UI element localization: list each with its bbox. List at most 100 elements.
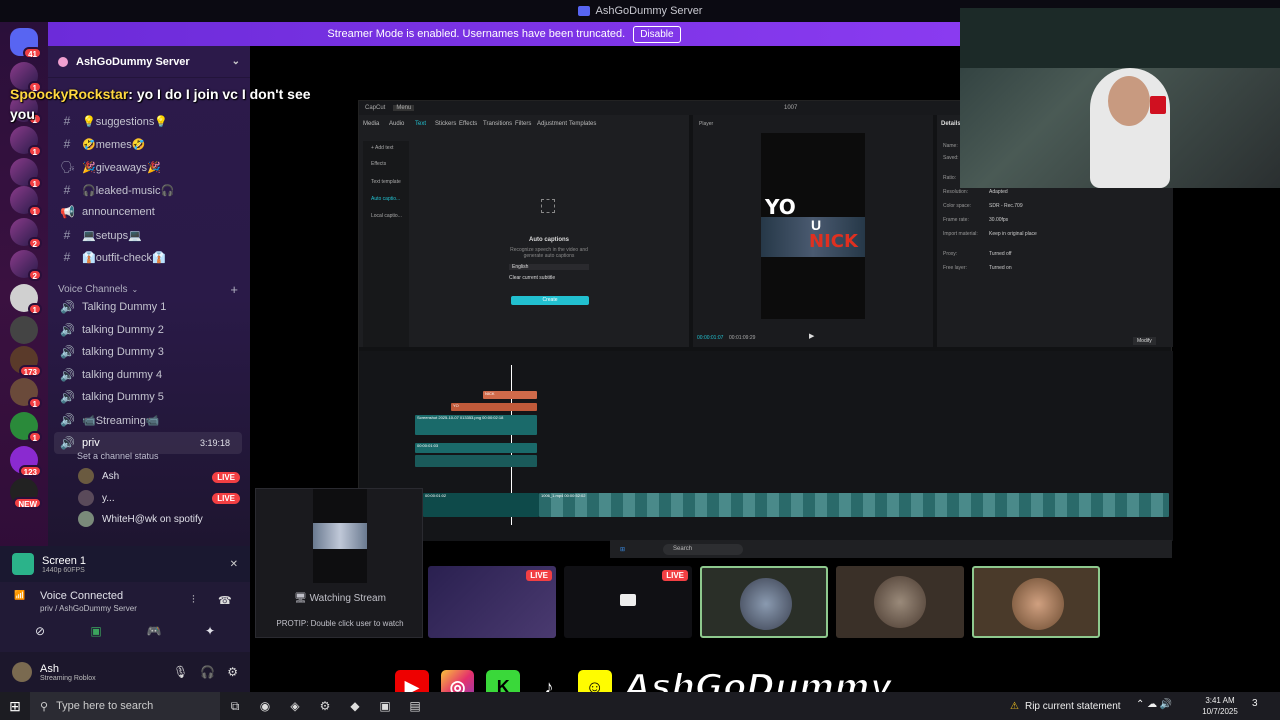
- steam-icon[interactable]: ◈: [280, 692, 310, 720]
- disconnect-icon[interactable]: ☎: [218, 594, 232, 607]
- soundboard-icon[interactable]: ✦: [200, 622, 220, 640]
- editor-tab[interactable]: Templates: [569, 121, 596, 127]
- server-icon[interactable]: NEW: [10, 478, 42, 509]
- stop-stream-icon[interactable]: ✕: [230, 559, 238, 570]
- server-boost-icon: [58, 56, 68, 67]
- activity-icon[interactable]: 🎮: [144, 622, 164, 640]
- settings-gear-icon[interactable]: ⚙: [227, 665, 238, 679]
- audio-clip[interactable]: 00:00:01:03: [415, 443, 537, 453]
- speaker-icon: 🔊: [60, 390, 75, 404]
- play-icon[interactable]: ▶: [809, 332, 814, 340]
- headphones-icon[interactable]: 🎧: [200, 665, 215, 679]
- stream-tile[interactable]: LIVE: [428, 566, 556, 638]
- stream-tile[interactable]: [700, 566, 828, 638]
- signal-icon[interactable]: 📶: [14, 590, 25, 601]
- editor-tab[interactable]: Effects: [459, 121, 477, 127]
- left-menu-item[interactable]: Text template: [371, 179, 401, 185]
- voice-sub[interactable]: priv / AshGoDummy Server: [40, 604, 137, 613]
- voice-channel[interactable]: 🔊 talking Dummy 2: [54, 319, 242, 341]
- server-icon[interactable]: 2: [10, 218, 42, 249]
- channel-status[interactable]: Set a channel status: [77, 451, 159, 461]
- editor-tab[interactable]: Audio: [389, 121, 404, 127]
- server-icon[interactable]: 173: [10, 346, 42, 377]
- editor-tab[interactable]: Media: [363, 121, 379, 127]
- server-icon[interactable]: 2: [10, 250, 42, 281]
- text-clip[interactable]: YO: [451, 403, 537, 411]
- server-icon[interactable]: 1: [10, 126, 42, 157]
- channel-setups[interactable]: # 💻setups💻: [54, 224, 242, 246]
- server-icon[interactable]: 1: [10, 378, 42, 409]
- tray-icons[interactable]: ⌃ ☁ 🔊: [1136, 699, 1172, 710]
- voice-channel[interactable]: 🔊 talking Dummy 5: [54, 386, 242, 408]
- channel-announcement[interactable]: 📢 announcement: [54, 201, 242, 223]
- clip[interactable]: [415, 455, 537, 467]
- disable-button[interactable]: Disable: [633, 25, 681, 43]
- camera-off-icon[interactable]: ⊘: [30, 622, 50, 640]
- stream-tile[interactable]: [972, 566, 1100, 638]
- discord-app-icon: [577, 6, 590, 16]
- server-icon[interactable]: 1: [10, 284, 42, 315]
- voice-channel[interactable]: 🔊 Talking Dummy 1: [54, 296, 242, 318]
- app-icon[interactable]: ◆: [340, 692, 370, 720]
- voice-user[interactable]: WhiteH@wk on spotify: [78, 509, 238, 529]
- server-icon[interactable]: 1: [10, 186, 42, 217]
- channel-giveaways[interactable]: 🗣 🎉giveaways🎉: [54, 156, 242, 178]
- editor-tab[interactable]: Text: [415, 121, 426, 127]
- notification-icon[interactable]: 3: [1252, 698, 1268, 714]
- server-header[interactable]: AshGoDummy Server ⌄: [48, 46, 250, 78]
- left-menu-item[interactable]: + Add text: [371, 145, 393, 151]
- editor-tab[interactable]: Transitions: [483, 121, 512, 127]
- add-channel-icon[interactable]: +: [230, 282, 238, 297]
- editor-tab[interactable]: Adjustment: [537, 121, 567, 127]
- app-icon[interactable]: ▣: [370, 692, 400, 720]
- server-badge: 123: [18, 465, 42, 477]
- detail-value: Turned on: [989, 265, 1012, 271]
- server-icon[interactable]: 1: [10, 158, 42, 189]
- main-clip[interactable]: 00:00:01:02: [423, 493, 539, 517]
- voice-channels-category[interactable]: Voice Channels ⌄ +: [58, 282, 238, 297]
- editor-tab[interactable]: Filters: [515, 121, 531, 127]
- channel-leaked-music[interactable]: # 🎧leaked-music🎧: [54, 179, 242, 201]
- noise-suppression-icon[interactable]: ⫶: [192, 594, 195, 607]
- text-clip[interactable]: NICK: [483, 391, 537, 399]
- server-icon[interactable]: 123: [10, 446, 42, 477]
- avatar[interactable]: [12, 662, 32, 682]
- stream-tile[interactable]: [836, 566, 964, 638]
- editor-tab[interactable]: Stickers: [435, 121, 456, 127]
- stream-preview[interactable]: 🖥 Watching Stream PROTIP: Double click u…: [255, 488, 423, 638]
- edge-icon[interactable]: ◉: [250, 692, 280, 720]
- server-icon[interactable]: 1: [10, 412, 42, 443]
- clear-subtitle-checkbox[interactable]: Clear current subtitle: [509, 275, 589, 281]
- start-button-icon[interactable]: ⊞: [0, 692, 30, 720]
- weather-widget[interactable]: ⚠ Rip current statement: [1010, 692, 1121, 720]
- image-clip[interactable]: Screenshot 2025-10-07 013353.png 00:00:0…: [415, 415, 537, 435]
- clock[interactable]: 3:41 AM 10/7/2025: [1200, 695, 1240, 717]
- voice-channel[interactable]: 🔊 📹Streaming📹: [54, 409, 242, 431]
- voice-channel[interactable]: 🔊 talking Dummy 3: [54, 341, 242, 363]
- editor-menu-button[interactable]: Menu: [393, 105, 415, 111]
- stream-tile[interactable]: LIVE: [564, 566, 692, 638]
- left-menu-item[interactable]: Auto captio...: [371, 196, 400, 202]
- channel-outfit-check[interactable]: # 👔outfit-check👔: [54, 246, 242, 268]
- server-icon[interactable]: [10, 316, 38, 344]
- settings-icon[interactable]: ⚙: [310, 692, 340, 720]
- video-preview[interactable]: YO U NICK: [761, 133, 865, 319]
- microphone-icon[interactable]: 🎙: [173, 665, 188, 679]
- app-icon[interactable]: ▤: [400, 692, 430, 720]
- left-menu-item[interactable]: Effects: [371, 161, 386, 167]
- taskbar-search[interactable]: ⚲ Type here to search: [30, 692, 220, 720]
- screen-title: Screen 1: [42, 554, 87, 567]
- voice-channel[interactable]: 🔊 talking dummy 4: [54, 364, 242, 386]
- language-select[interactable]: English: [509, 264, 589, 270]
- create-button[interactable]: Create: [511, 296, 589, 305]
- captions-icon: [541, 199, 555, 213]
- left-menu-item[interactable]: Local captio...: [371, 213, 402, 219]
- channel-memes[interactable]: # 🤣memes🤣: [54, 133, 242, 155]
- modify-button[interactable]: Modify: [1133, 337, 1156, 345]
- home-icon[interactable]: 41: [10, 28, 42, 59]
- main-clip[interactable]: 1006_1.mp4 00:00:52:02: [539, 493, 1169, 517]
- task-view-icon[interactable]: ⧉: [220, 692, 250, 720]
- hashtag-icon: #: [63, 250, 71, 264]
- screen-share-icon: [12, 553, 34, 575]
- screen-share-toggle-icon[interactable]: ▣: [86, 622, 106, 640]
